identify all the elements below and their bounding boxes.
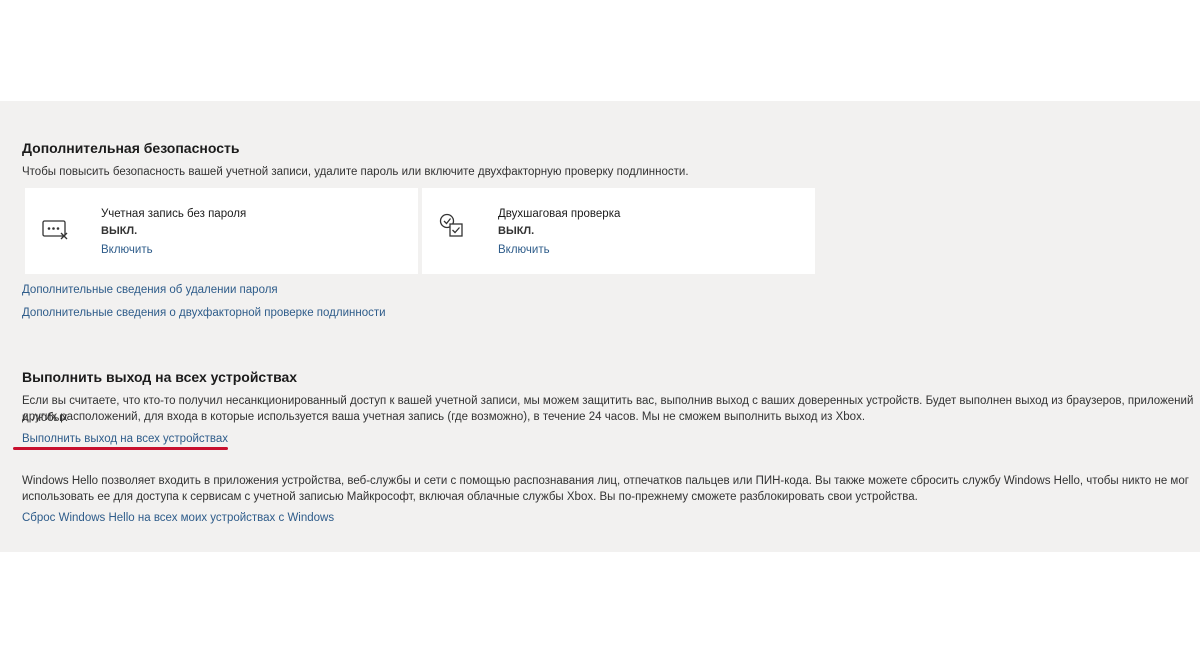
two-step-verification-icon — [438, 212, 466, 240]
passwordless-title: Учетная запись без пароля — [101, 208, 247, 220]
windows-hello-description-line2: использовать ее для доступа к сервисам с… — [22, 491, 918, 503]
signout-description-line2: других расположений, для входа в которые… — [22, 411, 866, 423]
section-heading-signout: Выполнить выход на всех устройствах — [22, 369, 298, 385]
windows-hello-description-line1: Windows Hello позволяет входить в прилож… — [22, 475, 1189, 487]
two-factor-info-link[interactable]: Дополнительные сведения о двухфакторной … — [22, 307, 386, 319]
two-step-verification-enable-link[interactable]: Включить — [498, 244, 550, 256]
section-heading-security: Дополнительная безопасность — [22, 140, 240, 156]
two-step-verification-title: Двухшаговая проверка — [498, 208, 621, 220]
windows-hello-reset-link[interactable]: Сброс Windows Hello на всех моих устройс… — [22, 512, 334, 524]
passwordless-enable-link[interactable]: Включить — [101, 244, 153, 256]
passwordless-status: ВЫКЛ. — [101, 225, 138, 237]
signout-all-devices-link[interactable]: Выполнить выход на всех устройствах — [22, 433, 228, 445]
security-panel: Дополнительная безопасность Чтобы повыси… — [0, 101, 1200, 552]
password-removal-info-link[interactable]: Дополнительные сведения об удалении паро… — [22, 284, 278, 296]
security-description: Чтобы повысить безопасность вашей учетно… — [22, 166, 689, 178]
two-step-verification-card: Двухшаговая проверка ВЫКЛ. Включить — [422, 188, 815, 274]
passwordless-card: Учетная запись без пароля ВЫКЛ. Включить — [25, 188, 418, 274]
two-step-verification-status: ВЫКЛ. — [498, 225, 535, 237]
highlight-underline — [13, 447, 228, 450]
passwordless-icon — [41, 215, 69, 243]
